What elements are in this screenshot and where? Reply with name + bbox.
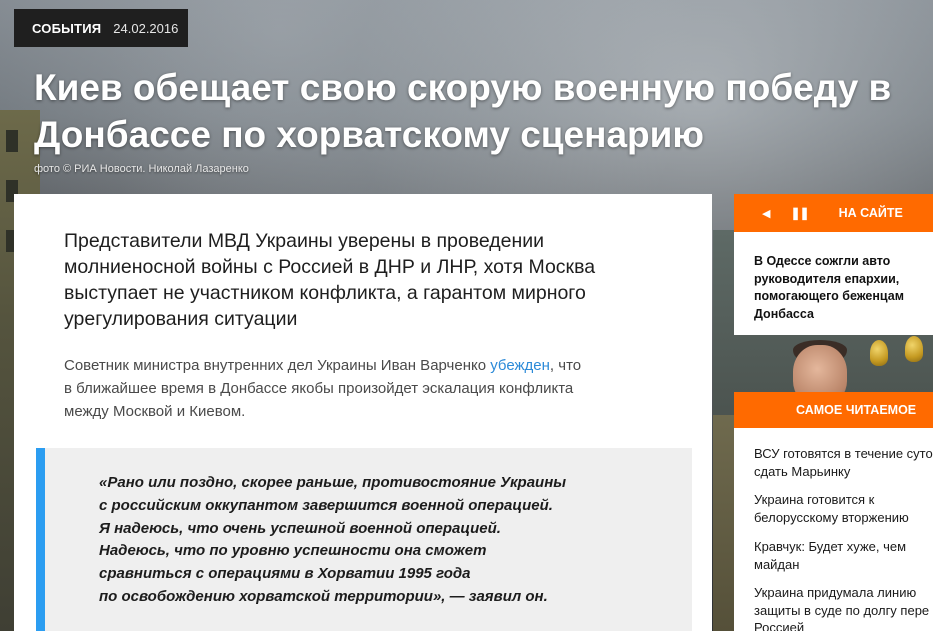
blockquote: «Рано или поздно, скорее раньше, противо… (36, 448, 692, 631)
photo-credit: фото © РИА Новости. Николай Лазаренко (34, 163, 249, 175)
item-line: сдать Марьинку (754, 463, 851, 479)
lead-line: молниеносной войны с Россией в ДНР и ЛНР… (64, 256, 596, 278)
most-read-header: САМОЕ ЧИТАЕМОЕ (734, 392, 933, 428)
item-line: Украина готовится к (754, 492, 875, 507)
quote-line: сравниться с операциями в Хорватии 1995 … (99, 565, 471, 583)
on-site-news-link[interactable]: В Одессе сожгли авто руководителя епархи… (754, 253, 933, 323)
lead-line: урегулирования ситуации (64, 308, 298, 330)
quote-line: «Рано или поздно, скорее раньше, противо… (99, 474, 567, 491)
news-line: помогающего беженцам (754, 289, 904, 303)
article-lead: Представители МВД Украины уверены в пров… (64, 228, 654, 332)
quote-text: «Рано или поздно, скорее раньше, противо… (99, 472, 629, 609)
category-label[interactable]: СОБЫТИЯ (32, 21, 101, 36)
news-line: руководителя епархии, (754, 271, 900, 286)
most-read-item[interactable]: Украина готовится к белорусскому вторжен… (754, 491, 933, 526)
headline-line: Киев обещает свою скорую военную победу … (34, 67, 892, 108)
item-line: ВСУ готовятся в течение суто (754, 446, 933, 461)
church-dome (870, 340, 888, 366)
on-site-header: ◀ ❚❚ НА САЙТЕ (734, 194, 933, 232)
quote-line: с российским оккупантом завершится военн… (99, 496, 553, 514)
most-read-item[interactable]: Украина придумала линию защиты в суде по… (754, 584, 933, 631)
church-dome (905, 336, 923, 362)
category-date-badge: СОБЫТИЯ 24.02.2016 (14, 9, 188, 47)
article-headline: Киев обещает свою скорую военную победу … (34, 64, 914, 158)
quote-line: Надеюсь, что по уровню успешности она см… (99, 542, 487, 560)
source-link[interactable]: убежден (490, 357, 550, 374)
publish-date: 24.02.2016 (113, 20, 179, 36)
lead-line: Представители МВД Украины уверены в пров… (64, 230, 545, 252)
headline-line: Донбассе по хорватскому сценарию (34, 114, 704, 155)
item-line: защиты в суде по долгу пере (754, 602, 930, 618)
prev-arrow-icon[interactable]: ◀ (762, 207, 770, 220)
item-line: белорусскому вторжению (754, 509, 909, 525)
paragraph-text: в ближайшее время в Донбассе якобы произ… (64, 380, 574, 397)
most-read-item[interactable]: ВСУ готовятся в течение суто сдать Марьи… (754, 445, 933, 480)
most-read-widget: САМОЕ ЧИТАЕМОЕ ВСУ готовятся в течение с… (734, 392, 933, 631)
article-paragraph: Советник министра внутренних дел Украины… (64, 354, 664, 423)
item-line: Украина придумала линию (754, 585, 917, 600)
most-read-item[interactable]: Кравчук: Будет хуже, чем майдан (754, 538, 933, 573)
article-body: Представители МВД Украины уверены в пров… (14, 194, 712, 631)
on-site-title: НА САЙТЕ (838, 206, 903, 220)
quote-line: Я надеюсь, что очень успешной военной оп… (99, 519, 501, 537)
news-line: В Одессе сожгли авто (754, 254, 891, 268)
item-line: Россией (754, 620, 805, 631)
lead-line: выступает не участником конфликта, а гар… (64, 282, 586, 304)
quote-line: по освобождению хорватской территории», … (99, 587, 548, 605)
paragraph-text: , что (549, 357, 582, 374)
news-line: Донбасса (754, 306, 814, 321)
pause-icon[interactable]: ❚❚ (790, 206, 809, 220)
item-line: майдан (754, 556, 800, 572)
paragraph-text: Советник министра внутренних дел Украины… (64, 357, 491, 374)
on-site-widget: ◀ ❚❚ НА САЙТЕ В Одессе сожгли авто руков… (734, 194, 933, 335)
item-line: Кравчук: Будет хуже, чем (754, 539, 907, 554)
paragraph-text: между Москвой и Киевом. (64, 403, 246, 420)
